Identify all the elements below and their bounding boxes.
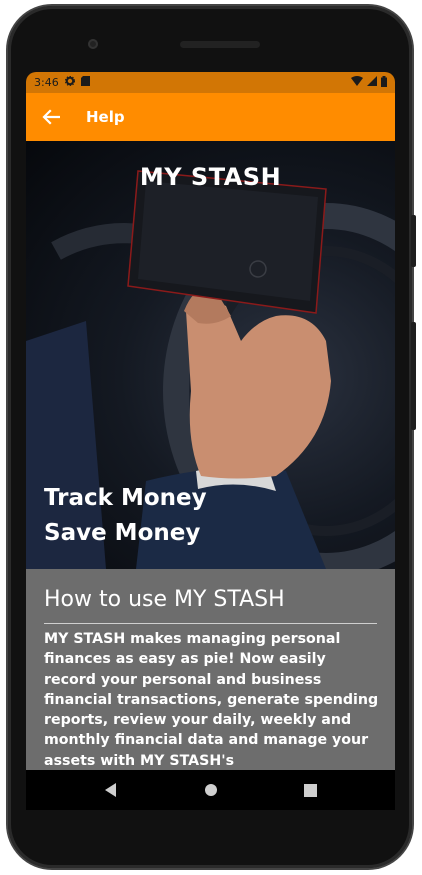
system-nav-bar xyxy=(26,770,395,810)
volume-button[interactable] xyxy=(411,322,416,430)
power-button[interactable] xyxy=(411,215,416,267)
arrow-left-icon xyxy=(42,109,60,125)
screen: 3:46 Help MY STASH Track Money Save Mone… xyxy=(26,72,395,770)
help-heading: How to use MY STASH xyxy=(44,587,285,612)
hero-banner: MY STASH Track Money Save Money xyxy=(26,141,395,569)
back-triangle-icon xyxy=(104,783,116,797)
wifi-icon xyxy=(351,76,363,89)
signal-icon xyxy=(367,76,377,89)
hero-brand-title: MY STASH xyxy=(139,163,282,191)
status-bar: 3:46 xyxy=(26,72,395,93)
battery-icon xyxy=(381,75,387,90)
recents-square-icon xyxy=(304,783,317,797)
heading-divider xyxy=(44,623,377,624)
front-camera xyxy=(88,39,98,49)
nav-recents-button[interactable] xyxy=(300,779,322,801)
app-bar: Help xyxy=(26,93,395,141)
earpiece-speaker xyxy=(180,41,260,48)
hero-tagline-save: Save Money xyxy=(44,520,201,546)
status-time: 3:46 xyxy=(34,76,59,89)
app-bar-title: Help xyxy=(86,108,125,126)
hero-tagline-track: Track Money xyxy=(44,485,207,511)
home-circle-icon xyxy=(204,784,217,796)
settings-icon xyxy=(64,75,75,89)
sd-card-icon xyxy=(80,76,90,89)
help-body-text: MY STASH makes managing personal finance… xyxy=(44,631,379,769)
nav-back-button[interactable] xyxy=(100,779,122,801)
nav-home-button[interactable] xyxy=(200,779,222,801)
help-section: How to use MY STASH MY STASH makes manag… xyxy=(26,569,395,770)
back-button[interactable] xyxy=(40,106,62,128)
